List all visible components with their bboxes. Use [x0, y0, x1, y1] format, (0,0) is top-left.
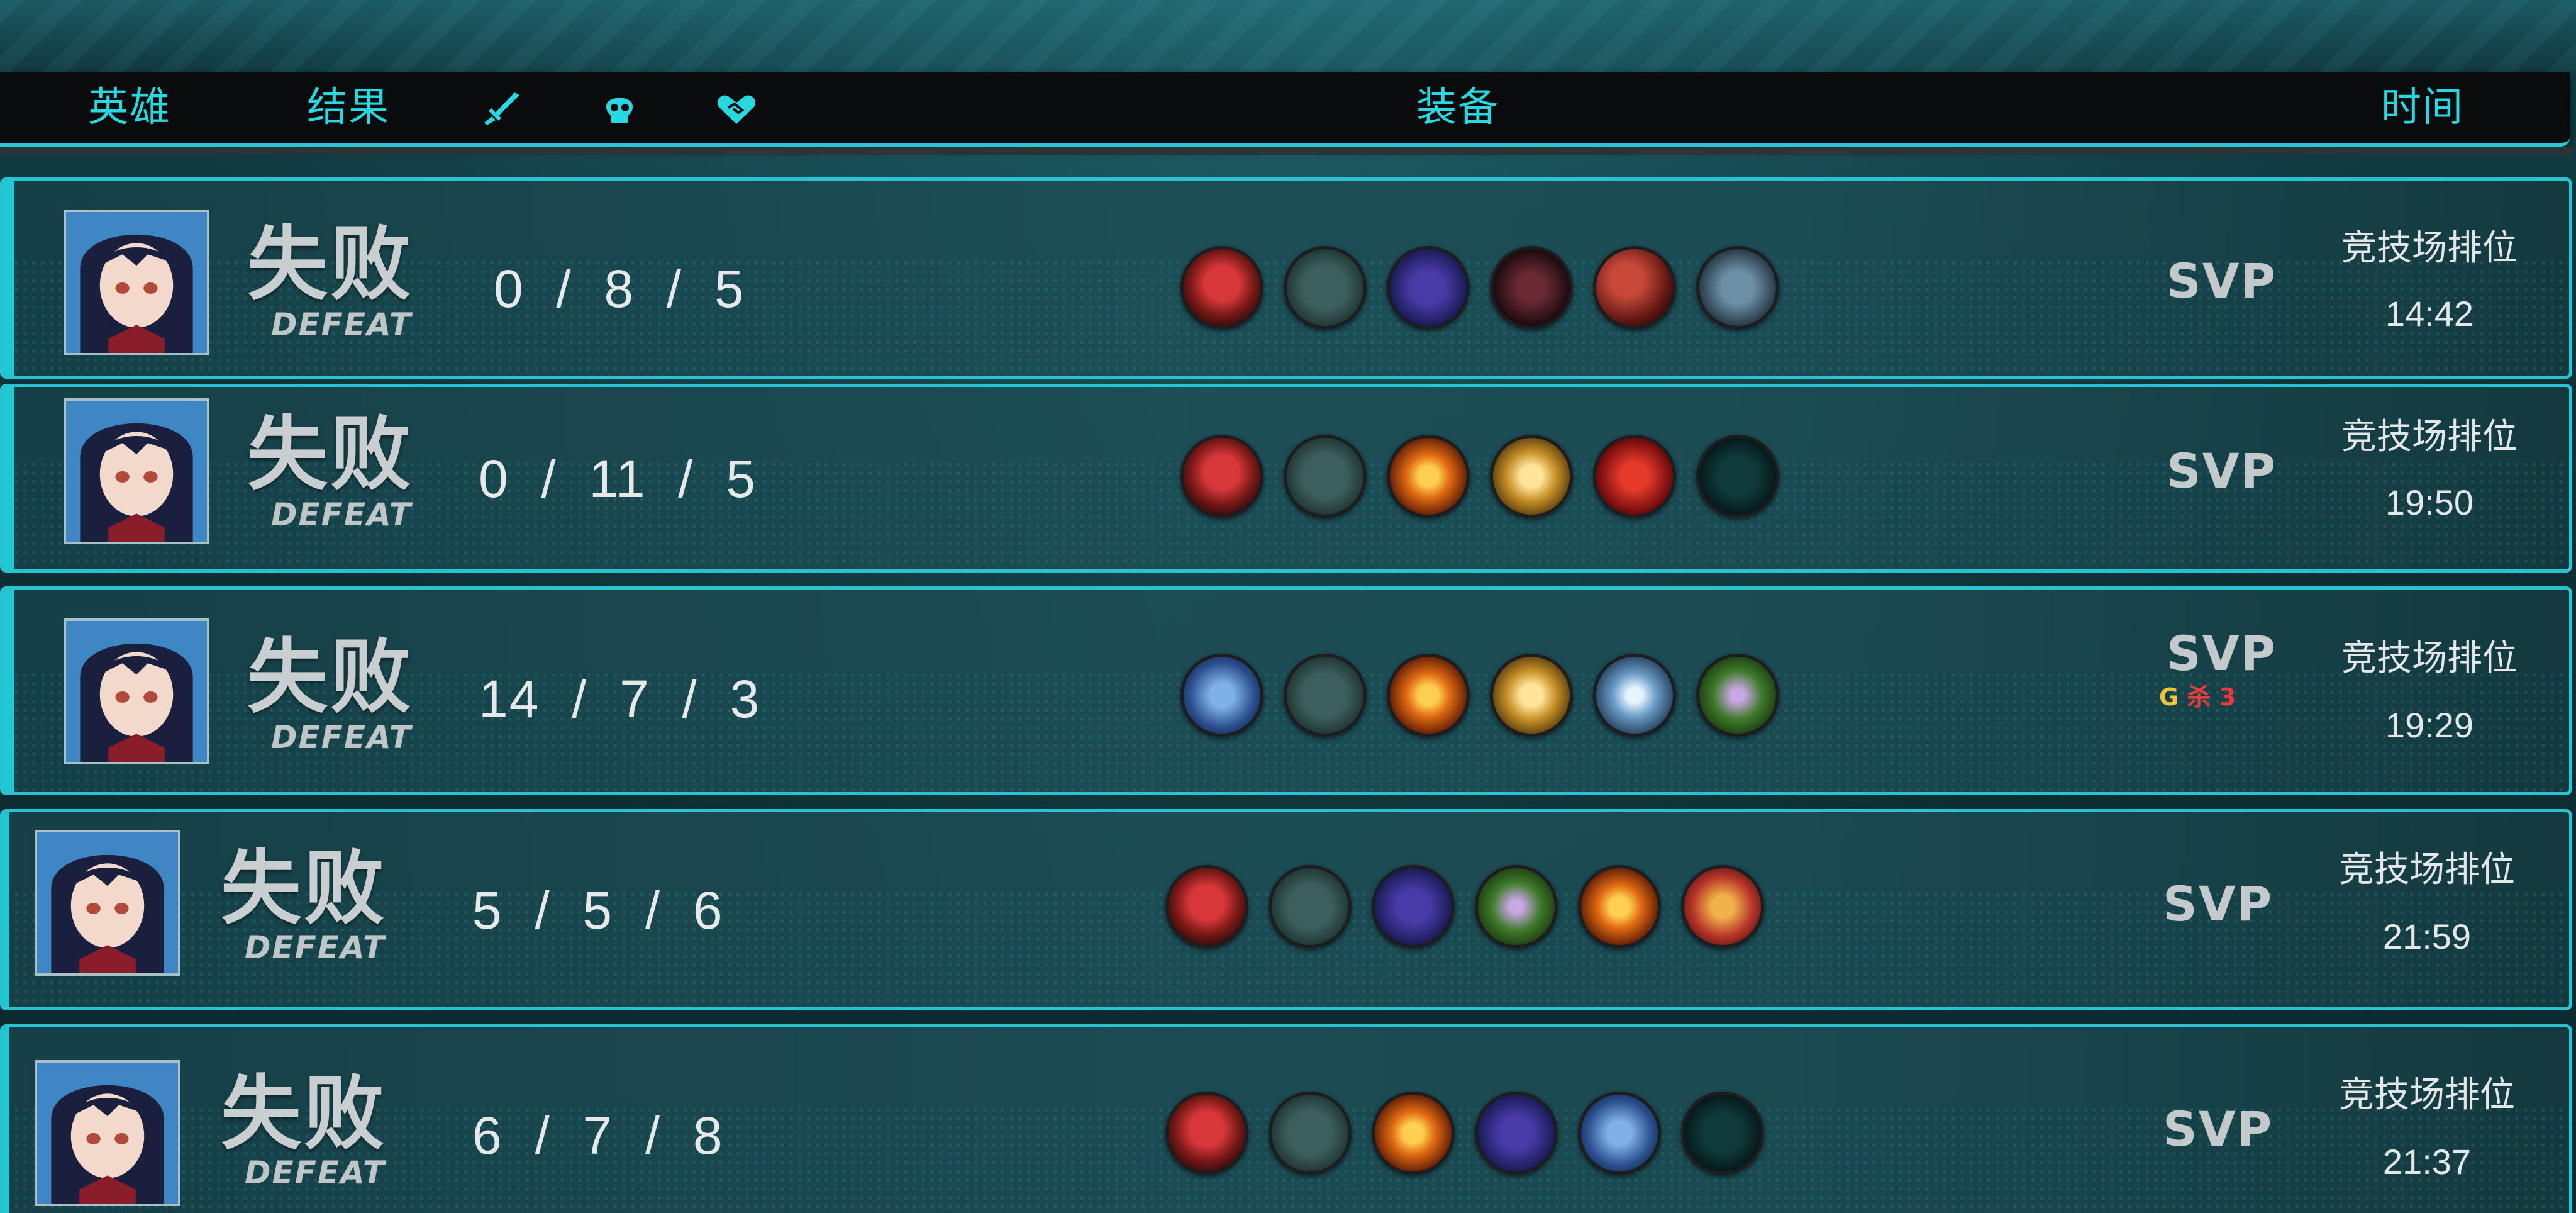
purple-claw-icon[interactable]	[1372, 865, 1455, 948]
match-time: 19:29	[2385, 705, 2474, 745]
red-boots-icon[interactable]	[1180, 435, 1263, 518]
empty-slot-icon[interactable]	[1696, 435, 1779, 518]
scarlet-blade-icon[interactable]	[1593, 246, 1676, 329]
gold-cross-icon[interactable]	[1490, 654, 1573, 737]
match-row-4[interactable]: 失败 DEFEAT 5 / 5 / 6 SVP 竞技场排位 21:59	[0, 809, 2572, 1010]
hero-avatar	[64, 618, 209, 764]
result-column-header: 结果	[307, 84, 390, 131]
blue-blade-icon[interactable]	[1180, 654, 1263, 737]
match-row-1[interactable]: 失败 DEFEAT 0 / 8 / 5 SVP 竞技场排位 14:42	[0, 177, 2572, 379]
match-time: 14:42	[2385, 294, 2474, 333]
dagger-icon	[478, 90, 522, 128]
multikill-badge: G 杀 3	[2159, 685, 2236, 709]
plane-blade-icon[interactable]	[1269, 865, 1352, 948]
kda-text: 6 / 7 / 8	[472, 1106, 724, 1165]
hero-avatar	[35, 830, 180, 976]
game-mode: 竞技场排位	[2341, 638, 2518, 679]
match-time: 21:59	[2382, 917, 2472, 956]
match-history-screen: { "header": { "hero_label": "英雄", "resul…	[0, 0, 2576, 1213]
match-time: 21:37	[2382, 1142, 2472, 1182]
result-text: 失败	[247, 218, 414, 311]
red-boots-icon[interactable]	[1165, 1092, 1248, 1175]
result-text: 失败	[221, 1067, 387, 1161]
blue-blade-icon[interactable]	[1578, 1092, 1661, 1175]
plane-blade-icon[interactable]	[1284, 435, 1367, 518]
hero-avatar	[64, 398, 209, 544]
skull-icon	[597, 90, 641, 128]
kda-text: 0 / 11 / 5	[479, 449, 757, 508]
dragon-armor-icon[interactable]	[1593, 435, 1676, 518]
match-row-3[interactable]: 失败 DEFEAT 14 / 7 / 3 SVP G 杀 3 竞技场排位 19:…	[0, 586, 2572, 795]
kda-text: 0 / 8 / 5	[494, 259, 745, 318]
fire-sword-icon[interactable]	[1578, 865, 1661, 948]
result-text: 失败	[247, 408, 414, 501]
rating-badge: SVP	[2163, 876, 2273, 932]
time-column-header: 时间	[2381, 84, 2464, 131]
game-mode: 竞技场排位	[2341, 416, 2518, 457]
badge-kill-count: 杀 3	[2187, 683, 2236, 711]
green-thorn-icon[interactable]	[1696, 654, 1779, 737]
fire-sword-icon[interactable]	[1387, 435, 1470, 518]
result-subtitle: DEFEAT	[271, 496, 412, 533]
table-header: 英雄 结果 装备 时间	[0, 72, 2570, 147]
match-row-5[interactable]: 失败 DEFEAT 6 / 7 / 8 SVP 竞技场排位 21:37	[0, 1024, 2572, 1213]
purple-claw-icon[interactable]	[1387, 246, 1470, 329]
divider	[0, 147, 2572, 155]
match-row-2[interactable]: 失败 DEFEAT 0 / 11 / 5 SVP 竞技场排位 19:50	[0, 384, 2572, 573]
cross-blades-icon[interactable]	[1681, 865, 1764, 948]
item-list	[1180, 654, 1784, 737]
game-mode: 竞技场排位	[2339, 849, 2515, 890]
badge-letter: G	[2159, 683, 2179, 711]
rating-badge: SVP	[2163, 1101, 2273, 1157]
rating-badge: SVP	[2167, 253, 2277, 309]
plane-blade-icon[interactable]	[1284, 654, 1367, 737]
item-list	[1180, 435, 1784, 518]
rating-badge: SVP	[2167, 443, 2277, 499]
ice-shard-icon[interactable]	[1593, 654, 1676, 737]
result-text: 失败	[247, 630, 414, 724]
steel-ring-icon[interactable]	[1696, 246, 1779, 329]
result-subtitle: DEFEAT	[271, 719, 412, 756]
plane-blade-icon[interactable]	[1284, 246, 1367, 329]
item-list	[1165, 865, 1769, 948]
game-mode: 竞技场排位	[2339, 1075, 2515, 1115]
result-subtitle: DEFEAT	[245, 1154, 386, 1191]
fire-sword-icon[interactable]	[1387, 654, 1470, 737]
equipment-column-header: 装备	[1416, 84, 1499, 131]
game-mode: 竞技场排位	[2341, 228, 2518, 269]
red-boots-icon[interactable]	[1180, 246, 1263, 329]
result-text: 失败	[221, 842, 387, 936]
red-boots-icon[interactable]	[1165, 865, 1248, 948]
item-list	[1165, 1092, 1769, 1175]
hero-avatar	[35, 1060, 180, 1206]
item-list	[1180, 246, 1784, 329]
result-subtitle: DEFEAT	[245, 929, 386, 966]
purple-claw-icon[interactable]	[1475, 1092, 1558, 1175]
kda-text: 14 / 7 / 3	[479, 669, 761, 729]
handshake-heart-icon	[714, 90, 758, 128]
rating-badge: SVP	[2167, 625, 2277, 681]
green-thorn-icon[interactable]	[1475, 865, 1558, 948]
hero-avatar	[64, 210, 209, 355]
kda-text: 5 / 5 / 6	[472, 881, 724, 940]
result-subtitle: DEFEAT	[271, 306, 412, 343]
chain-whip-icon[interactable]	[1490, 246, 1573, 329]
empty-slot-icon[interactable]	[1681, 1092, 1764, 1175]
plane-blade-icon[interactable]	[1269, 1092, 1352, 1175]
gold-cross-icon[interactable]	[1490, 435, 1573, 518]
hero-column-header: 英雄	[88, 84, 171, 131]
match-time: 19:50	[2385, 483, 2474, 522]
background-decoration	[0, 0, 2576, 75]
fire-sword-icon[interactable]	[1372, 1092, 1455, 1175]
